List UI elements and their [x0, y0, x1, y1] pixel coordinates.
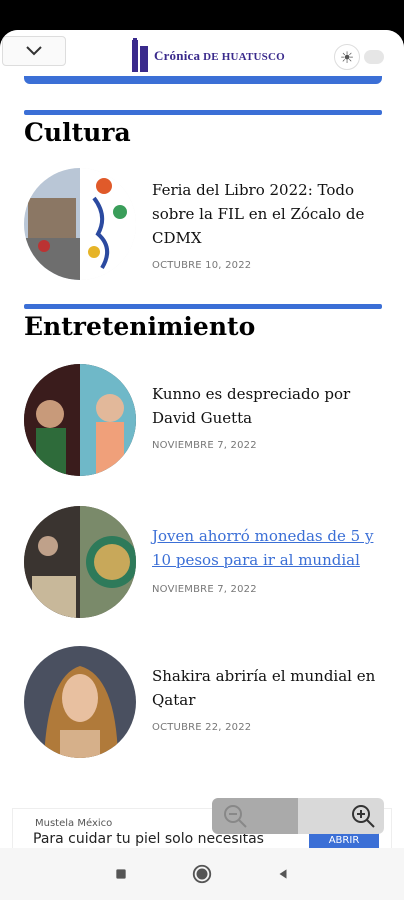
theme-switch[interactable] — [364, 50, 384, 64]
recents-button[interactable] — [109, 862, 133, 886]
article-thumbnail[interactable] — [24, 168, 136, 280]
system-nav-bar — [0, 848, 404, 900]
section-divider — [24, 304, 382, 309]
logo-line1: Crónica — [154, 48, 201, 63]
article-title-link[interactable]: Joven ahorró monedas de 5 y 10 pesos par… — [152, 524, 384, 572]
section-divider — [24, 110, 382, 115]
circle-icon — [192, 864, 212, 884]
article-date: NOVIEMBRE 7, 2022 — [152, 440, 257, 451]
logo-line2: de Huatusco — [203, 51, 285, 63]
home-button[interactable] — [190, 862, 214, 886]
app-screen: Crónica de Huatusco ☀ Cultura — [0, 30, 404, 900]
article-card[interactable]: Shakira abriría el mundial en Qatar OCTU… — [24, 646, 384, 760]
book-fair-image — [24, 168, 136, 280]
article-date: OCTUBRE 10, 2022 — [152, 260, 252, 271]
article-thumbnail[interactable] — [24, 506, 136, 618]
zoom-out-icon — [224, 805, 247, 828]
shakira-image — [24, 646, 136, 758]
zoom-controls — [212, 798, 384, 834]
article-thumbnail[interactable] — [24, 364, 136, 476]
header-accent-bar — [24, 76, 382, 84]
sun-icon: ☀ — [334, 44, 360, 70]
ad-brand: Mustela México — [35, 818, 113, 829]
section-title-cultura: Cultura — [24, 118, 131, 147]
theme-toggle[interactable]: ☀ — [334, 44, 384, 70]
article-date: OCTUBRE 22, 2022 — [152, 722, 252, 733]
site-logo[interactable]: Crónica de Huatusco — [130, 36, 285, 76]
logo-mark-icon — [132, 38, 148, 72]
collapse-button[interactable] — [2, 36, 66, 66]
article-thumbnail[interactable] — [24, 646, 136, 758]
article-card[interactable]: Kunno es despreciado por David Guetta NO… — [24, 364, 384, 478]
zoom-in-button[interactable] — [298, 798, 384, 834]
back-triangle-icon — [279, 869, 287, 879]
article-title[interactable]: Kunno es despreciado por David Guetta — [152, 382, 384, 430]
article-title[interactable]: Feria del Libro 2022: Todo sobre la FIL … — [152, 178, 384, 250]
back-button[interactable] — [271, 862, 295, 886]
zoom-out-button[interactable] — [212, 798, 298, 834]
square-icon — [115, 869, 126, 879]
kunno-image — [24, 364, 136, 476]
article-title[interactable]: Shakira abriría el mundial en Qatar — [152, 664, 384, 712]
article-date: NOVIEMBRE 7, 2022 — [152, 584, 257, 595]
chevron-down-icon — [26, 46, 42, 56]
logo-text: Crónica de Huatusco — [154, 48, 285, 64]
zoom-in-icon — [352, 805, 375, 828]
section-title-entretenimiento: Entretenimiento — [24, 312, 256, 341]
article-card[interactable]: Joven ahorró monedas de 5 y 10 pesos par… — [24, 506, 384, 620]
coins-image — [24, 506, 136, 618]
article-card[interactable]: Feria del Libro 2022: Todo sobre la FIL … — [24, 168, 384, 282]
